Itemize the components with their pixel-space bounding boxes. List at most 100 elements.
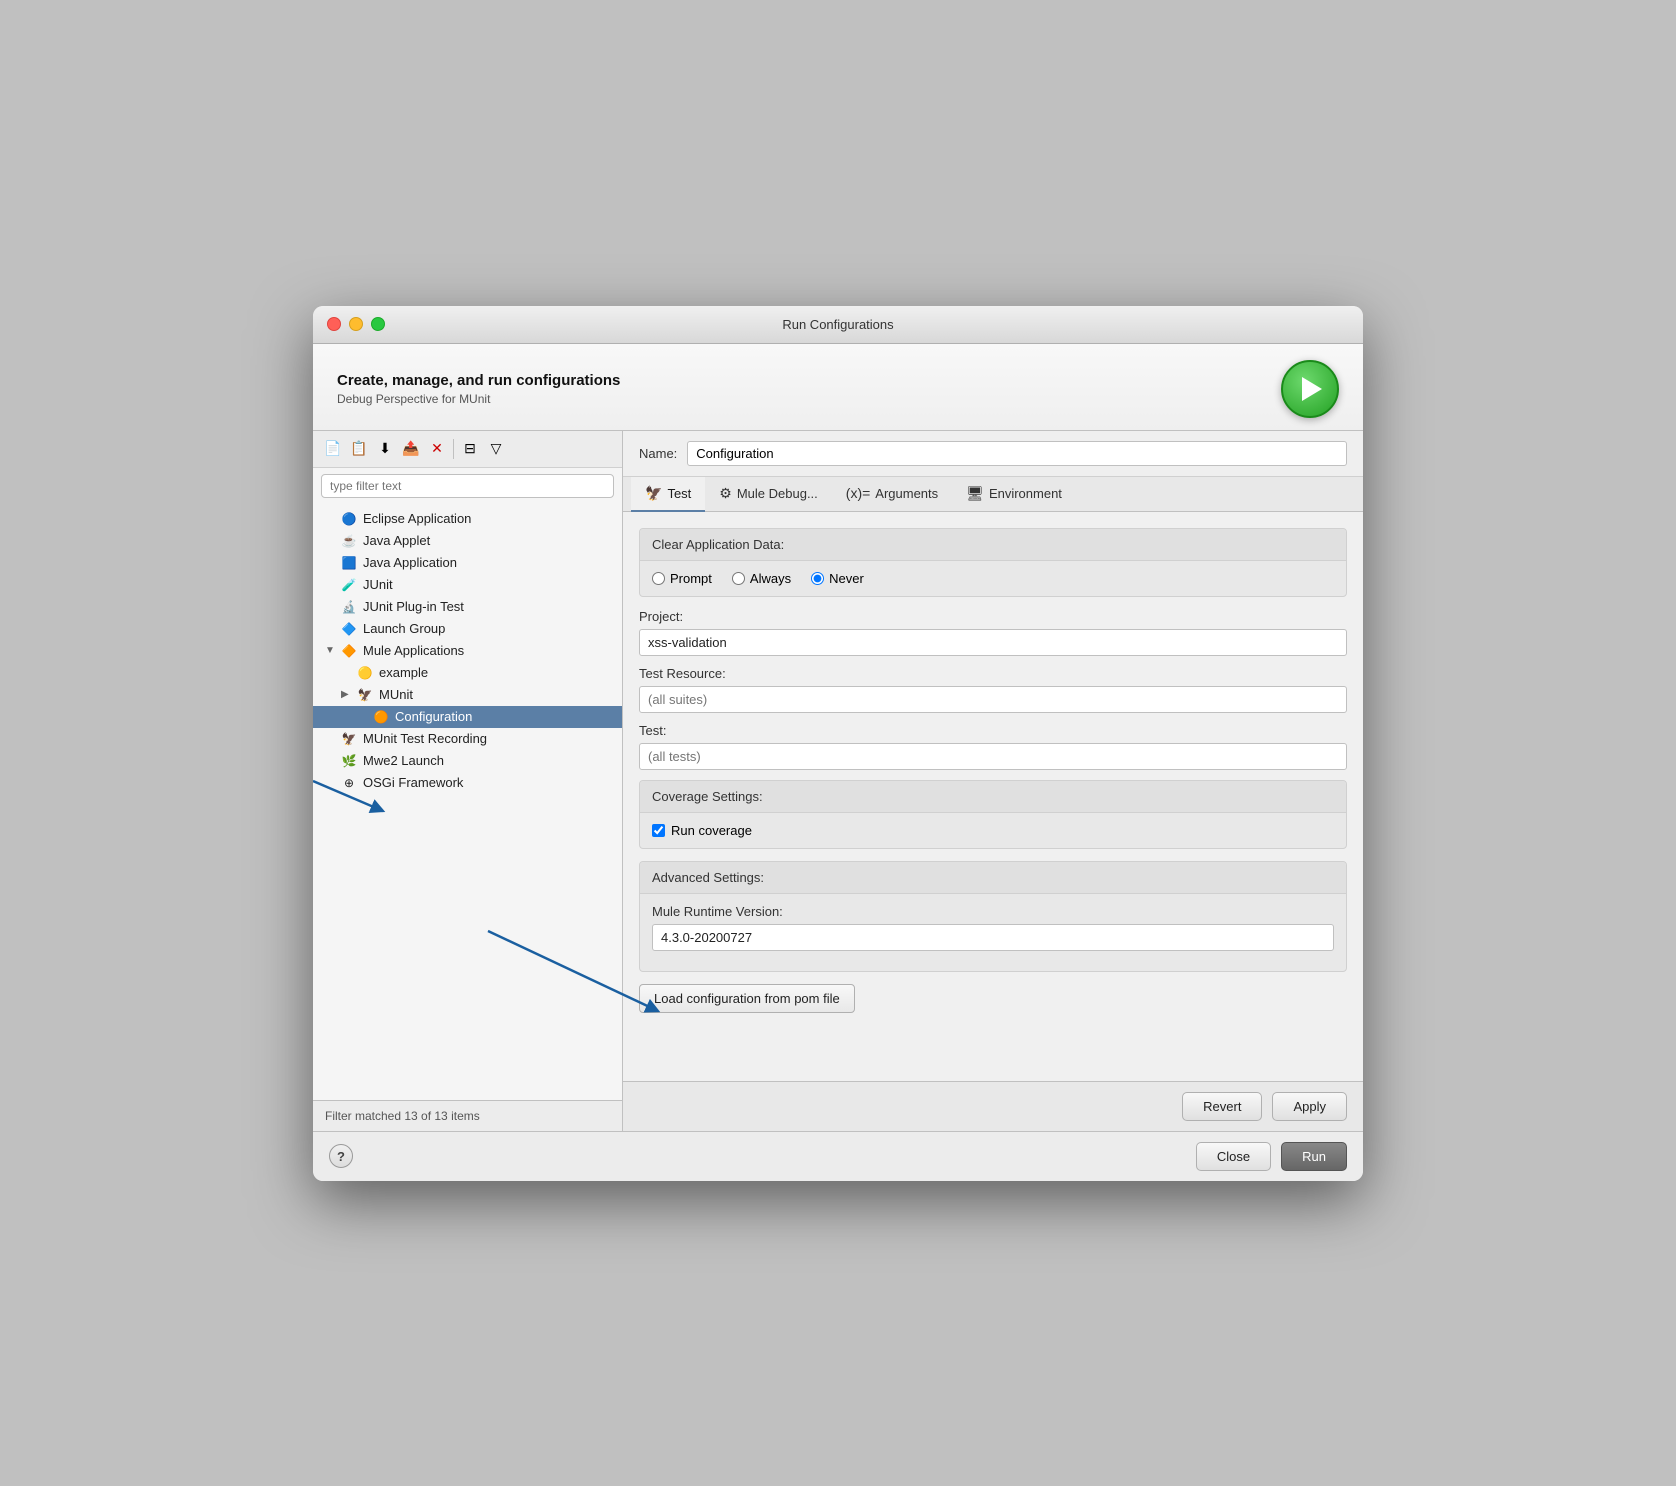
mule-debug-tab-icon: ⚙: [719, 485, 732, 502]
new-config-button[interactable]: 📄: [321, 437, 345, 461]
sidebar-item-launch-group[interactable]: 🔷 Launch Group: [313, 618, 622, 640]
test-input[interactable]: [639, 743, 1347, 770]
project-input[interactable]: [639, 629, 1347, 656]
apply-button[interactable]: Apply: [1272, 1092, 1347, 1121]
sidebar-item-label: MUnit Test Recording: [363, 731, 487, 746]
project-field-group: Project:: [639, 609, 1347, 656]
launch-group-icon: 🔷: [341, 621, 357, 637]
sidebar-item-label: Mule Applications: [363, 643, 464, 658]
coverage-body: Run coverage: [640, 813, 1346, 848]
sidebar-item-munit-recording[interactable]: 🦅 MUnit Test Recording: [313, 728, 622, 750]
munit-icon: 🦅: [357, 687, 373, 703]
sidebar-toolbar: 📄 📋 ⬇ 📤 ✕ ⊟ ▽: [313, 431, 622, 468]
sidebar-item-example[interactable]: 🟡 example: [313, 662, 622, 684]
sidebar-item-label: Launch Group: [363, 621, 445, 636]
test-field-group: Test:: [639, 723, 1347, 770]
header-text: Create, manage, and run configurations D…: [337, 372, 620, 406]
sidebar-item-label: JUnit: [363, 577, 393, 592]
tab-arguments[interactable]: (x)= Arguments: [832, 477, 952, 512]
revert-button[interactable]: Revert: [1182, 1092, 1262, 1121]
sidebar-item-label: Configuration: [395, 709, 472, 724]
name-row: Name:: [623, 431, 1363, 477]
advanced-section: Advanced Settings: Mule Runtime Version:: [639, 861, 1347, 972]
play-icon: [1302, 377, 1322, 401]
delete-button[interactable]: ✕: [425, 437, 449, 461]
example-icon: 🟡: [357, 665, 373, 681]
junit-plugin-icon: 🔬: [341, 599, 357, 615]
maximize-traffic-light[interactable]: [371, 317, 385, 331]
tree-view: 🔵 Eclipse Application ☕ Java Applet 🟦 Ja…: [313, 504, 622, 1100]
sidebar-item-munit[interactable]: ▶ 🦅 MUnit: [313, 684, 622, 706]
radio-always-input[interactable]: [732, 572, 745, 585]
filter-input[interactable]: [321, 474, 614, 498]
munit-recording-icon: 🦅: [341, 731, 357, 747]
osgi-icon: ⊕: [341, 775, 357, 791]
run-coverage-label: Run coverage: [671, 823, 752, 838]
sidebar-item-junit-plugin[interactable]: 🔬 JUnit Plug-in Test: [313, 596, 622, 618]
sidebar-item-osgi[interactable]: ⊕ OSGi Framework: [313, 772, 622, 794]
footer-buttons: Close Run: [1196, 1142, 1347, 1171]
load-pom-button[interactable]: Load configuration from pom file: [639, 984, 855, 1013]
close-button[interactable]: Close: [1196, 1142, 1271, 1171]
collapse-all-button[interactable]: ⊟: [458, 437, 482, 461]
sidebar-item-label: Mwe2 Launch: [363, 753, 444, 768]
sidebar-item-label: OSGi Framework: [363, 775, 463, 790]
radio-never-input[interactable]: [811, 572, 824, 585]
name-input[interactable]: [687, 441, 1347, 466]
header-subheading: Debug Perspective for MUnit: [337, 392, 620, 406]
sidebar-item-junit[interactable]: 🧪 JUnit: [313, 574, 622, 596]
sidebar-item-java-app[interactable]: 🟦 Java Application: [313, 552, 622, 574]
run-configurations-window: Run Configurations Create, manage, and r…: [313, 306, 1363, 1181]
window-footer: ? Close Run: [313, 1131, 1363, 1181]
export-button[interactable]: 📤: [399, 437, 423, 461]
sidebar-item-mule-apps[interactable]: ▼ 🔶 Mule Applications: [313, 640, 622, 662]
advanced-body: Mule Runtime Version:: [640, 894, 1346, 971]
tab-test[interactable]: 🦅 Test: [631, 477, 705, 512]
sidebar-item-java-applet[interactable]: ☕ Java Applet: [313, 530, 622, 552]
clear-app-data-body: Prompt Always Never: [640, 561, 1346, 596]
main-content: 📄 📋 ⬇ 📤 ✕ ⊟ ▽ 🔵 Eclipse Application: [313, 431, 1363, 1131]
minimize-traffic-light[interactable]: [349, 317, 363, 331]
sidebar-item-configuration[interactable]: 🟠 Configuration: [313, 706, 622, 728]
radio-prompt[interactable]: Prompt: [652, 571, 712, 586]
coverage-section: Coverage Settings: Run coverage: [639, 780, 1347, 849]
bottom-bar: Revert Apply: [623, 1081, 1363, 1131]
environment-tab-icon: 🖥: [966, 485, 984, 502]
test-label: Test:: [639, 723, 1347, 738]
tab-mule-debug[interactable]: ⚙ Mule Debug...: [705, 477, 832, 512]
sidebar-item-label: Eclipse Application: [363, 511, 471, 526]
clear-app-data-header: Clear Application Data:: [640, 529, 1346, 561]
close-traffic-light[interactable]: [327, 317, 341, 331]
import-button[interactable]: ⬇: [373, 437, 397, 461]
tab-environment[interactable]: 🖥 Environment: [952, 477, 1076, 512]
radio-never[interactable]: Never: [811, 571, 864, 586]
test-resource-field-group: Test Resource:: [639, 666, 1347, 713]
radio-always[interactable]: Always: [732, 571, 791, 586]
run-button[interactable]: Run: [1281, 1142, 1347, 1171]
sidebar-item-eclipse-app[interactable]: 🔵 Eclipse Application: [313, 508, 622, 530]
mule-apps-icon: 🔶: [341, 643, 357, 659]
filter-button[interactable]: ▽: [484, 437, 508, 461]
radio-prompt-input[interactable]: [652, 572, 665, 585]
mule-runtime-field-group: Mule Runtime Version:: [652, 904, 1334, 951]
filter-status: Filter matched 13 of 13 items: [325, 1109, 480, 1123]
clear-app-data-section: Clear Application Data: Prompt Always: [639, 528, 1347, 597]
help-button[interactable]: ?: [329, 1144, 353, 1168]
duplicate-button[interactable]: 📋: [347, 437, 371, 461]
junit-icon: 🧪: [341, 577, 357, 593]
play-button[interactable]: [1281, 360, 1339, 418]
radio-never-label: Never: [829, 571, 864, 586]
sidebar-item-label: JUnit Plug-in Test: [363, 599, 464, 614]
sidebar-item-mwe2[interactable]: 🌿 Mwe2 Launch: [313, 750, 622, 772]
run-coverage-row: Run coverage: [652, 823, 1334, 838]
expand-arrow-mule: ▼: [325, 645, 335, 656]
mule-runtime-label: Mule Runtime Version:: [652, 904, 1334, 919]
configuration-icon: 🟠: [373, 709, 389, 725]
sidebar: 📄 📋 ⬇ 📤 ✕ ⊟ ▽ 🔵 Eclipse Application: [313, 431, 623, 1131]
mule-runtime-input[interactable]: [652, 924, 1334, 951]
test-resource-input[interactable]: [639, 686, 1347, 713]
sidebar-item-label: example: [379, 665, 428, 680]
toolbar-divider: [453, 439, 454, 459]
tab-arguments-label: Arguments: [875, 486, 938, 501]
run-coverage-checkbox[interactable]: [652, 824, 665, 837]
